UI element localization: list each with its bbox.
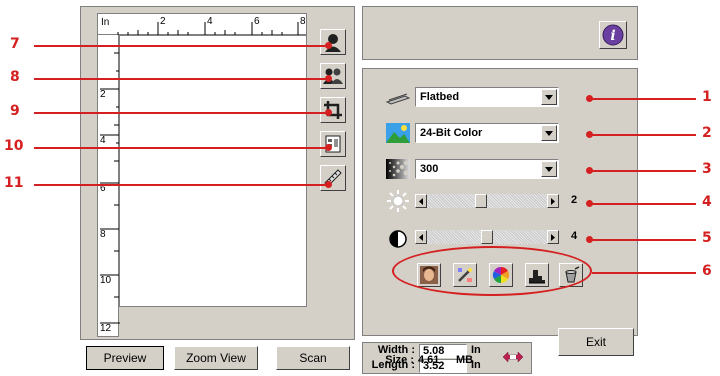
contrast-track[interactable]	[427, 230, 547, 244]
ruler-vertical: 2 4 6 8 10 12	[97, 35, 120, 337]
double-arrow-icon	[502, 351, 524, 363]
info-panel: i	[362, 6, 638, 60]
callout-dot-11	[325, 181, 332, 188]
svg-text:i: i	[610, 28, 615, 44]
callout-line-10	[34, 147, 328, 149]
contrast-thumb[interactable]	[481, 230, 493, 244]
callout-label-11: 11	[4, 175, 24, 191]
brightness-thumb[interactable]	[475, 194, 487, 208]
callout-line-7	[34, 45, 328, 47]
callout-line-8	[34, 78, 328, 80]
callout-line-2	[590, 134, 696, 136]
callout-dot-7	[325, 42, 332, 49]
arrow-right-icon[interactable]	[547, 194, 559, 208]
ruler-top-number: 2	[160, 16, 166, 27]
ruler-horizontal: In 2 4 6 8	[97, 13, 307, 36]
callout-line-11	[34, 184, 328, 186]
info-icon: i	[602, 24, 624, 46]
callout-label-6: 6	[702, 263, 712, 279]
contrast-slider[interactable]	[415, 229, 559, 245]
ruler-left-number: 12	[100, 323, 112, 334]
color-landscape-icon	[385, 121, 411, 145]
scan-source-select[interactable]: Flatbed	[415, 87, 559, 107]
ruler-ticks-horizontal	[117, 22, 299, 36]
resolution-select[interactable]: 300	[415, 159, 559, 179]
arrow-left-icon[interactable]	[415, 194, 427, 208]
chevron-down-icon[interactable]	[541, 125, 557, 141]
zoom-view-button[interactable]: Zoom View	[174, 346, 258, 370]
crop-button[interactable]	[320, 97, 346, 123]
callout-label-8: 8	[10, 69, 20, 85]
callout-ellipse-6	[392, 246, 592, 296]
callout-label-2: 2	[702, 125, 712, 141]
flatbed-scanner-icon	[385, 85, 411, 109]
contrast-value: 4	[571, 230, 578, 242]
color-mode-select[interactable]: 24-Bit Color	[415, 123, 559, 143]
callout-label-5: 5	[702, 230, 712, 246]
ruler-left-number: 8	[100, 229, 106, 240]
bottom-button-bar: Preview Zoom View Scan	[80, 344, 355, 372]
size-value: 4.61	[418, 354, 440, 366]
brightness-slider[interactable]	[415, 193, 559, 209]
callout-line-9	[34, 112, 328, 114]
arrow-right-icon[interactable]	[547, 230, 559, 244]
exit-button[interactable]: Exit	[558, 328, 634, 356]
sun-brightness-icon	[385, 189, 411, 213]
color-mode-value: 24-Bit Color	[420, 127, 483, 139]
ruler-left-number: 2	[100, 89, 106, 100]
size-unit: MB	[456, 354, 474, 366]
multi-region-button[interactable]	[320, 63, 346, 89]
contrast-icon	[385, 227, 411, 251]
callout-label-9: 9	[10, 103, 20, 119]
preview-button[interactable]: Preview	[86, 346, 164, 370]
ruler-top-number: 8	[300, 16, 306, 27]
callout-dot-9	[325, 109, 332, 116]
resolution-value: 300	[420, 163, 439, 175]
callout-label-10: 10	[4, 138, 24, 154]
swap-dimensions-button[interactable]	[501, 347, 525, 367]
callout-line-4	[590, 203, 696, 205]
preview-panel: In 2 4 6 8 2 4 6 8 10 12	[80, 6, 355, 340]
paper-size-button[interactable]	[320, 131, 346, 157]
preview-canvas[interactable]	[119, 35, 307, 307]
ruler-top-number: 6	[254, 16, 260, 27]
callout-line-3	[590, 170, 696, 172]
scan-button[interactable]: Scan	[276, 346, 350, 370]
callout-label-1: 1	[702, 89, 712, 105]
chevron-down-icon[interactable]	[541, 89, 557, 105]
ruler-left-number: 10	[100, 275, 112, 286]
callout-line-6	[592, 272, 696, 274]
callout-label-7: 7	[10, 36, 20, 52]
callout-label-4: 4	[702, 194, 712, 210]
scan-source-value: Flatbed	[420, 91, 460, 103]
callout-dot-8	[325, 75, 332, 82]
halftone-dots-icon	[385, 157, 411, 181]
brightness-value: 2	[571, 194, 578, 206]
ruler-unit-button[interactable]	[320, 165, 346, 191]
arrow-left-icon[interactable]	[415, 230, 427, 244]
callout-dot-10	[325, 144, 332, 151]
callout-line-1	[590, 98, 696, 100]
info-button[interactable]: i	[599, 21, 627, 49]
size-label: Size :	[385, 354, 414, 366]
ruler-top-number: 4	[207, 16, 213, 27]
brightness-track[interactable]	[427, 194, 547, 208]
callout-label-3: 3	[702, 161, 712, 177]
chevron-down-icon[interactable]	[541, 161, 557, 177]
auto-preview-button[interactable]	[320, 29, 346, 55]
callout-line-5	[590, 239, 696, 241]
ruler-left-number: 4	[100, 135, 106, 146]
